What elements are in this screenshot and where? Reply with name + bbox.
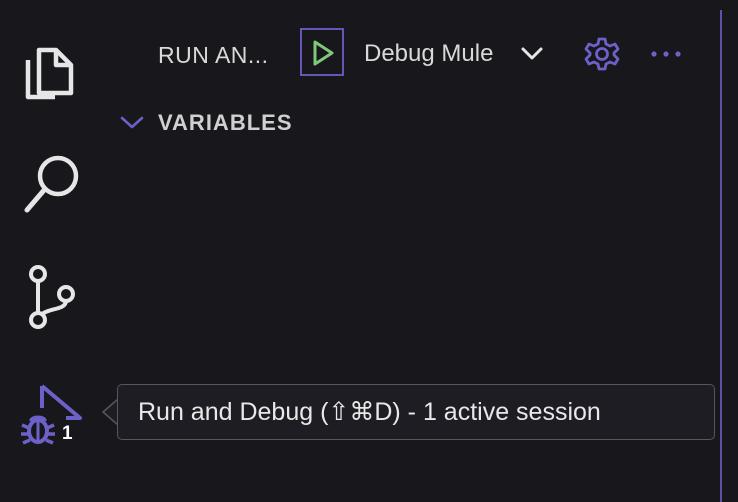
files-icon xyxy=(25,47,74,100)
debug-config-label: Debug Mule xyxy=(364,40,494,67)
chevron-down-icon xyxy=(521,47,543,60)
debug-config-select[interactable]: Debug Mule xyxy=(364,36,544,72)
run-debug-badge: 1 xyxy=(62,423,73,444)
panel-title: RUN AN... xyxy=(158,42,269,68)
chevron-down-icon xyxy=(120,116,144,129)
activity-bar: 1 xyxy=(0,0,104,502)
start-debugging-button[interactable] xyxy=(300,28,344,76)
panel-border xyxy=(720,10,722,502)
activity-item-explorer[interactable] xyxy=(0,18,104,118)
search-icon xyxy=(24,155,79,213)
gear-icon[interactable] xyxy=(584,36,620,72)
tooltip: Run and Debug (⇧⌘D) - 1 active session xyxy=(117,384,715,440)
run-debug-icon xyxy=(21,384,82,445)
vscode-window: 1 RUN AN... Debug Mule VARIABLES Run and… xyxy=(0,0,738,502)
ellipsis-icon[interactable] xyxy=(648,40,684,68)
tooltip-text: Run and Debug (⇧⌘D) - 1 active session xyxy=(138,398,601,426)
activity-item-run-and-debug[interactable] xyxy=(0,370,104,470)
variables-section-title: VARIABLES xyxy=(158,110,293,135)
activity-item-source-control[interactable] xyxy=(0,246,104,346)
source-control-icon xyxy=(29,265,75,329)
variables-section-header[interactable]: VARIABLES xyxy=(118,106,293,140)
activity-item-search[interactable] xyxy=(0,132,104,232)
play-icon xyxy=(313,40,334,66)
